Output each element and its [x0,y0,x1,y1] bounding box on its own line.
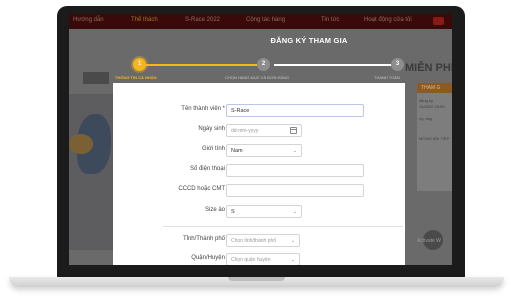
nav-item[interactable]: Hoạt động cửa tôi [364,17,412,23]
nav-item[interactable]: Cộng tác hàng [246,17,285,23]
select-placeholder: Chọn quận huyện [231,257,271,263]
input-value: S-Race [231,108,250,114]
background-promo: MIỄN PHÍ THAM G đăng ký 10/2022 23:59 ng… [405,62,452,262]
member-name-input[interactable]: S-Race [226,104,364,117]
form-row-id: CCCD hoặc CMT [113,184,405,197]
form-row-dob: Ngày sinh dd-mm-yyyy [113,124,405,137]
chevron-down-icon: ⌄ [292,148,297,154]
field-label: Ngày sinh [198,126,225,132]
stepper-progress-line [142,64,266,66]
step-3-indicator[interactable]: 3 [391,58,404,71]
phone-input[interactable] [226,164,364,177]
step-2-indicator[interactable]: 2 [257,58,270,71]
promo-badge[interactable]: THAM G [417,83,452,93]
step-2-label: CHỌN HẠNG MỤC VÀ ĐƠN HÀNG [225,75,290,80]
stepper-remaining-line [274,64,398,66]
modal-title: ĐĂNG KÝ THAM GIA [270,36,348,45]
registration-form: Tên thành viên * S-Race Ngày sinh dd-mm-… [113,83,405,265]
field-label: Quận/Huyện [191,255,225,261]
form-row-phone: Số điện thoại [113,164,405,177]
field-label: Tên thành viên * [181,106,225,112]
field-label: Số điện thoại [189,166,225,172]
field-label: Tỉnh/Thành phố [182,236,225,242]
select-placeholder: Chọn tỉnh/thành phố [231,238,277,244]
form-row-shirt-size: Size áo S ⌄ [113,205,405,218]
calendar-icon[interactable] [290,127,297,134]
gender-select[interactable]: Nam ⌄ [226,144,302,157]
nav-item[interactable]: Tin tức [321,17,339,23]
field-label: CCCD hoặc CMT [178,186,225,192]
laptop-screen: Hướng dẫn Thể thách S-Race 2022 Cộng tác… [69,14,452,265]
chevron-down-icon: ⌄ [292,209,297,215]
background-nav: Hướng dẫn Thể thách S-Race 2022 Cộng tác… [69,14,452,29]
step-3-label: THANH TOÁN [374,75,400,80]
promo-title: MIỄN PHÍ [405,62,452,74]
id-card-input[interactable] [226,184,364,197]
background-illustration [69,94,114,250]
field-label: Size áo [204,207,225,213]
select-value: Nam [231,148,243,154]
background-logo [83,72,109,84]
field-label: Giới tính [202,146,225,152]
form-row-gender: Giới tính Nam ⌄ [113,144,405,157]
nav-action-button[interactable] [433,17,444,25]
shirt-size-select[interactable]: S ⌄ [226,205,302,218]
form-row-province: Tỉnh/Thành phố Chọn tỉnh/thành phố ⌄ [113,234,405,247]
step-1-indicator[interactable]: 1 [133,58,146,71]
promo-text: 10/2022 23:59 [419,104,445,109]
step-1-label: THÔNG TIN CÁ NHÂN [115,75,157,80]
promo-text: đăng ký [419,98,434,103]
province-select[interactable]: Chọn tỉnh/thành phố ⌄ [226,234,300,247]
district-select[interactable]: Chọn quận huyện ⌄ [226,253,300,265]
nav-item[interactable]: S-Race 2022 [185,17,220,23]
form-row-name: Tên thành viên * S-Race [113,104,405,117]
chevron-down-icon: ⌄ [290,238,295,244]
activate-windows-text: Activate W [417,238,441,244]
nav-item[interactable]: Hướng dẫn [73,17,104,23]
chevron-down-icon: ⌄ [290,257,295,263]
input-placeholder: dd-mm-yyyy [231,128,259,134]
section-divider [163,226,403,227]
form-row-district: Quận/Huyện Chọn quận huyện ⌄ [113,253,405,265]
laptop-notch [228,277,285,281]
promo-text: MỜNG BÀI TIẾP [419,136,450,141]
select-value: S [231,209,235,215]
nav-item[interactable]: Thể thách [131,17,158,23]
birthdate-input[interactable]: dd-mm-yyyy [226,124,302,137]
promo-text: ng, ông [419,116,433,121]
